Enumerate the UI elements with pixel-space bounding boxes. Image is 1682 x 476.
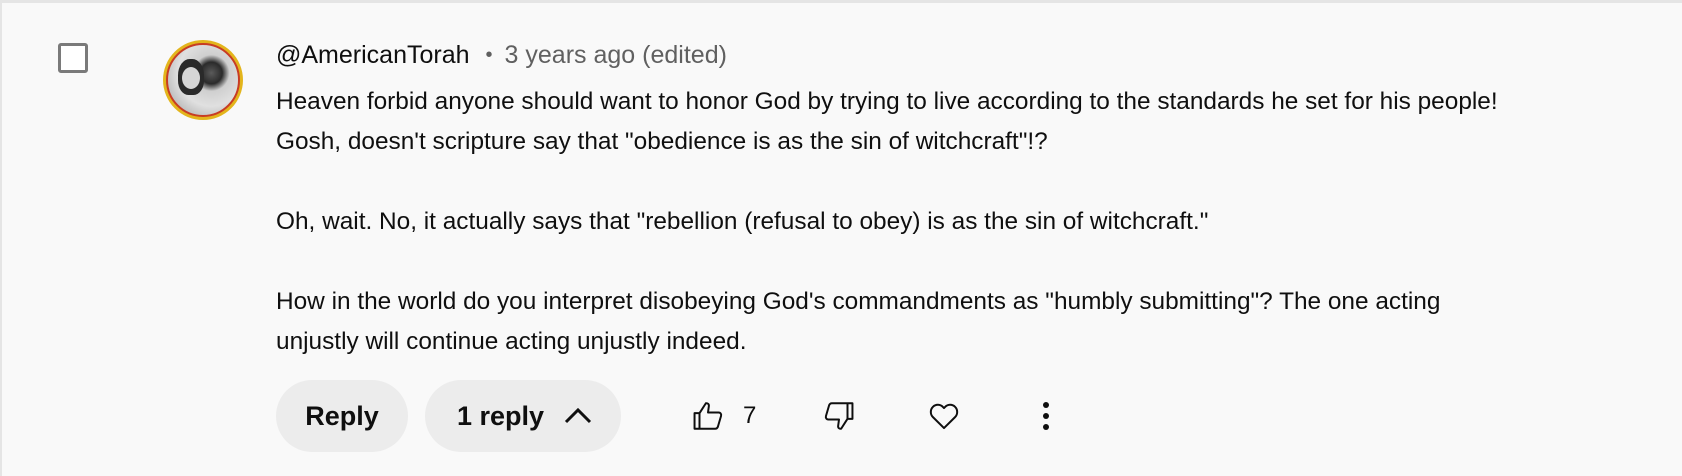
- comment-actions: Reply 1 reply 7: [276, 380, 1050, 452]
- dislike-button[interactable]: [822, 380, 856, 452]
- select-checkbox[interactable]: [58, 43, 88, 73]
- chevron-up-icon: [563, 401, 593, 432]
- avatar[interactable]: [163, 40, 243, 120]
- like-count: 7: [743, 402, 757, 429]
- like-button[interactable]: 7: [691, 380, 756, 452]
- author-name[interactable]: @AmericanTorah: [276, 41, 470, 70]
- left-divider: [0, 0, 2, 476]
- edited-label: (edited): [642, 40, 727, 69]
- more-actions-button[interactable]: [1042, 380, 1050, 452]
- comment-timestamp[interactable]: 3 years ago: [505, 41, 636, 70]
- comment-content: @AmericanTorah • 3 years ago (edited) He…: [276, 38, 1656, 362]
- heart-icon: [926, 399, 962, 433]
- heart-button[interactable]: [926, 380, 962, 452]
- reply-button[interactable]: Reply: [276, 380, 408, 452]
- more-vertical-icon: [1042, 401, 1050, 431]
- replies-button-label: 1 reply: [457, 400, 545, 431]
- avatar-image: [166, 43, 240, 117]
- comment-header: @AmericanTorah • 3 years ago (edited): [276, 38, 1656, 72]
- thumbs-down-icon: [822, 399, 856, 433]
- reply-button-label: Reply: [305, 400, 379, 431]
- comment-body: Heaven forbid anyone should want to hono…: [276, 88, 1498, 355]
- toggle-replies-button[interactable]: 1 reply: [425, 380, 621, 452]
- separator-dot: •: [485, 43, 493, 66]
- thumbs-up-icon: [691, 399, 725, 433]
- top-divider: [0, 0, 1682, 3]
